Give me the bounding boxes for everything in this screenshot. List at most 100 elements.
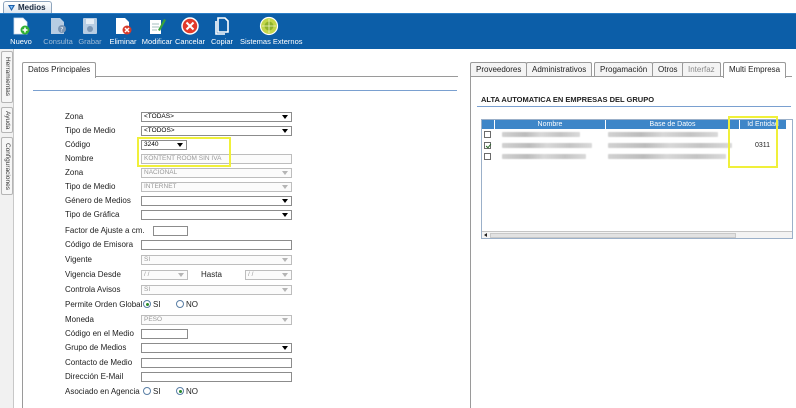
direccion-email-field[interactable] (141, 372, 292, 382)
row-checkbox[interactable] (484, 142, 491, 149)
grabar-button[interactable]: Grabar (78, 16, 102, 48)
copiar-label: Copiar (210, 37, 234, 46)
tipo-medio-filter-label: Tipo de Medio (65, 126, 116, 135)
controla-avisos-select[interactable]: SI (141, 285, 292, 295)
sistemas-externos-icon (259, 16, 279, 36)
grid-header-nombre[interactable]: Nombre (495, 120, 606, 129)
contacto-medio-field[interactable] (141, 358, 292, 368)
tab-otros[interactable]: Otros (652, 62, 684, 77)
grabar-icon (83, 18, 97, 34)
moneda-value: PESO (144, 316, 163, 323)
dropdown-arrow-icon (282, 115, 288, 119)
tipo-grafica-label: Tipo de Gráfica (65, 210, 120, 219)
nuevo-button[interactable]: Nuevo (8, 16, 34, 48)
tab-multi-empresa[interactable]: Multi Empresa (723, 62, 787, 78)
permite-orden-global-si-radio[interactable] (143, 300, 151, 308)
nuevo-icon (13, 17, 30, 35)
copiar-button[interactable]: Copiar (210, 16, 234, 48)
tab-interfaz[interactable]: Interfaz (682, 62, 721, 77)
zona-filter-select[interactable]: <TODAS> (141, 112, 292, 122)
codigo-highlight (137, 137, 231, 167)
side-tab-strip: Herramientas Ayuda Configuraciones (0, 49, 14, 408)
codigo-emisora-field[interactable] (141, 240, 292, 250)
grid-header-base-datos[interactable]: Base de Datos (606, 120, 740, 129)
permite-orden-global-label: Permite Orden Global (65, 300, 143, 309)
window-tab-label: Medios (18, 3, 46, 12)
grupo-medios-label: Grupo de Medios (65, 343, 127, 352)
cancelar-icon (181, 17, 199, 35)
tipo-medio-filter-select[interactable]: <TODOS> (141, 126, 292, 136)
moneda-select[interactable]: PESO (141, 315, 292, 325)
codigo-en-medio-field[interactable] (141, 329, 188, 339)
section-separator (33, 90, 457, 91)
dropdown-arrow-icon (282, 318, 288, 322)
section-separator (477, 106, 791, 107)
tab-datos-principales[interactable]: Datos Principales (22, 62, 97, 78)
side-tab-ayuda[interactable]: Ayuda (1, 107, 13, 133)
section-title: ALTA AUTOMATICA EN EMPRESAS DEL GRUPO (481, 95, 655, 104)
controla-avisos-value: SI (144, 286, 151, 293)
modificar-label: Modificar (141, 37, 173, 46)
permite-orden-global-no-radio[interactable] (176, 300, 184, 308)
genero-medios-select[interactable] (141, 196, 292, 206)
contacto-medio-label: Contacto de Medio (65, 358, 133, 367)
blurred-base-datos (608, 154, 726, 159)
dropdown-arrow-icon (282, 199, 288, 203)
dropdown-arrow-icon (282, 273, 288, 277)
asociado-agencia-no-label: NO (186, 387, 198, 396)
asociado-agencia-no-radio[interactable] (176, 387, 184, 395)
codigo-en-medio-label: Código en el Medio (65, 329, 134, 338)
vigencia-desde-select[interactable]: / / (141, 270, 188, 280)
consulta-label: Consulta (43, 37, 73, 46)
tab-administrativos[interactable]: Administrativos (526, 62, 593, 77)
codigo-label: Código (65, 140, 91, 149)
vigencia-hasta-select[interactable]: / / (245, 270, 292, 280)
vigencia-desde-label: Vigencia Desde (65, 270, 121, 279)
window-tab-medios[interactable]: Medios (3, 1, 52, 13)
grupo-medios-select[interactable] (141, 343, 292, 353)
blurred-base-datos (608, 132, 718, 137)
cancelar-label: Cancelar (175, 37, 206, 46)
cancelar-button[interactable]: Cancelar (175, 16, 205, 48)
zona-select[interactable]: NACIONAL (141, 168, 292, 178)
zona-label: Zona (65, 168, 84, 177)
modificar-button[interactable]: Modificar (141, 16, 173, 48)
sistemas-externos-button[interactable]: Sistemas Externos (240, 16, 303, 48)
factor-ajuste-label: Factor de Ajuste a cm. (65, 226, 145, 235)
asociado-agencia-si-radio[interactable] (143, 387, 151, 395)
hasta-label: Hasta (201, 270, 222, 279)
tipo-medio-label: Tipo de Medio (65, 182, 116, 191)
dropdown-arrow-icon (282, 129, 288, 133)
asociado-agencia-label: Asociado en Agencia (65, 387, 140, 396)
consulta-button[interactable]: ? Consulta (42, 16, 74, 48)
vigencia-desde-value: / / (144, 271, 150, 278)
permite-orden-global-no-label: NO (186, 300, 198, 309)
tipo-medio-select[interactable]: INTERNET (141, 182, 292, 192)
factor-ajuste-field[interactable] (153, 226, 188, 236)
scroll-thumb[interactable] (490, 233, 736, 238)
dropdown-arrow-icon (282, 185, 288, 189)
sistemas-externos-label: Sistemas Externos (240, 37, 303, 46)
direccion-email-label: Dirección E-Mail (65, 372, 124, 381)
side-tab-herramientas[interactable]: Herramientas (1, 51, 13, 103)
nuevo-label: Nuevo (10, 37, 32, 46)
vigente-value: SI (144, 256, 151, 263)
datos-principales-panel: Datos Principales Zona <TODAS> Tipo de M… (22, 58, 458, 408)
row-checkbox[interactable] (484, 153, 491, 160)
side-tab-configuraciones[interactable]: Configuraciones (1, 137, 13, 195)
row-checkbox[interactable] (484, 131, 491, 138)
vigente-select[interactable]: SI (141, 255, 292, 265)
tipo-grafica-select[interactable] (141, 210, 292, 220)
nombre-label: Nombre (65, 154, 94, 163)
dropdown-arrow-icon (282, 288, 288, 292)
moneda-label: Moneda (65, 315, 94, 324)
blurred-nombre (502, 154, 586, 159)
tab-programacion[interactable]: Progamación (594, 62, 654, 77)
blurred-nombre (502, 143, 592, 148)
tab-proveedores[interactable]: Proveedores (470, 62, 528, 77)
scroll-left-arrow-icon[interactable] (484, 233, 487, 237)
id-entidad-highlight (728, 116, 778, 168)
grid-horizontal-scrollbar[interactable] (482, 231, 792, 238)
eliminar-button[interactable]: Eliminar (108, 16, 138, 48)
datos-principales-body: Zona <TODAS> Tipo de Medio <TODOS> Códig… (22, 77, 458, 408)
